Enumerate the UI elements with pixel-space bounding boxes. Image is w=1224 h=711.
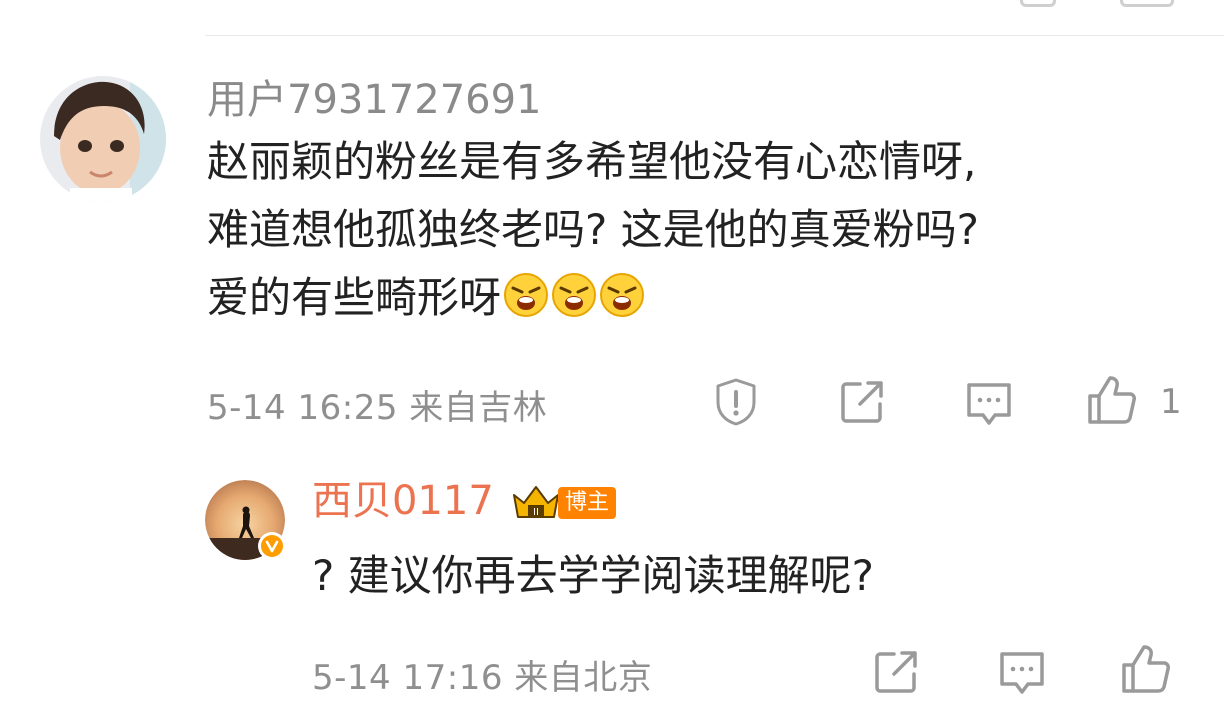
comment-text-line: 赵丽颖的粉丝是有多希望他没有心恋情呀, bbox=[207, 137, 977, 186]
share-button[interactable] bbox=[834, 374, 890, 430]
divider bbox=[205, 35, 1224, 36]
like-button[interactable] bbox=[1118, 641, 1174, 697]
top-partial-icon bbox=[1120, 0, 1174, 7]
avatar[interactable] bbox=[40, 76, 166, 202]
thumbs-up-icon bbox=[1122, 645, 1170, 693]
angry-emoji-icon bbox=[600, 273, 645, 317]
like-button[interactable] bbox=[1084, 372, 1140, 428]
comment-meta: 5-14 16:25 来自吉林 bbox=[207, 388, 548, 428]
top-partial-icon bbox=[1020, 0, 1056, 7]
svg-text:II: II bbox=[533, 507, 539, 518]
comment-text-line: 爱的有些畸形呀 bbox=[207, 264, 979, 332]
comment-text-line-content: 爱的有些畸形呀 bbox=[207, 273, 502, 322]
share-icon bbox=[841, 381, 883, 423]
blogger-badge: 博主 bbox=[558, 487, 617, 519]
reply-text: ? 建议你再去学学阅读理解呢? bbox=[312, 551, 874, 600]
angry-emoji-icon bbox=[552, 273, 597, 317]
comment-text: 赵丽颖的粉丝是有多希望他没有心恋情呀, 难道想他孤独终老吗? 这是他的真爱粉吗?… bbox=[207, 128, 979, 332]
comment-thread: 用户7931727691 赵丽颖的粉丝是有多希望他没有心恋情呀, 难道想他孤独终… bbox=[0, 0, 1224, 711]
comment-text-line: 难道想他孤独终老吗? 这是他的真爱粉吗? bbox=[207, 205, 979, 254]
reply-button[interactable] bbox=[961, 376, 1017, 432]
reply-avatar[interactable] bbox=[205, 480, 286, 560]
member-badge: II 博主 bbox=[510, 483, 617, 523]
verified-badge bbox=[258, 532, 286, 560]
crown-icon: II bbox=[513, 486, 559, 518]
comment-icon bbox=[967, 383, 1011, 425]
comment-username[interactable]: 用户7931727691 bbox=[207, 76, 542, 124]
like-count: 1 bbox=[1160, 382, 1182, 422]
comment-icon bbox=[1000, 652, 1044, 694]
share-icon bbox=[875, 651, 917, 693]
reply-username[interactable]: 西贝0117 bbox=[312, 477, 494, 525]
angry-emoji-icon bbox=[504, 273, 549, 317]
thumbs-up-icon bbox=[1088, 376, 1136, 424]
report-icon bbox=[716, 378, 756, 426]
verified-icon bbox=[261, 535, 283, 557]
reply-button[interactable] bbox=[994, 645, 1050, 701]
share-button[interactable] bbox=[868, 644, 924, 700]
reply-meta: 5-14 17:16 来自北京 bbox=[312, 658, 653, 698]
report-button[interactable] bbox=[708, 374, 764, 430]
